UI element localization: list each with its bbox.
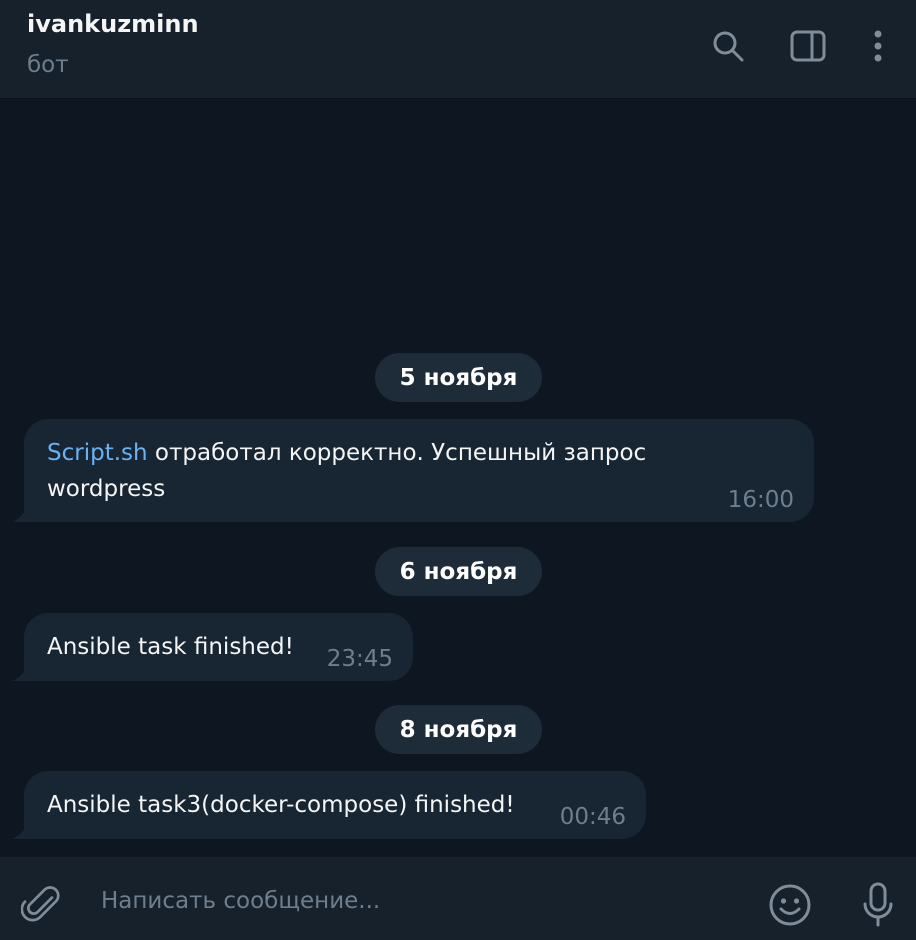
bubble-tail	[12, 506, 28, 522]
message-bubble[interactable]: Ansible task3(docker-compose) finished! …	[12, 771, 646, 839]
microphone-icon[interactable]	[854, 881, 902, 929]
message-bubble[interactable]: Ansible task finished! 23:45	[12, 613, 413, 681]
attach-icon[interactable]	[17, 881, 65, 929]
message-time: 00:46	[559, 804, 626, 830]
sidebar-toggle-icon[interactable]	[788, 26, 828, 66]
file-link[interactable]: Script.sh	[47, 440, 148, 466]
message-bubble[interactable]: Script.sh отработал корректно. Успешный …	[12, 419, 814, 522]
search-icon[interactable]	[708, 26, 748, 66]
message-input[interactable]	[99, 887, 703, 915]
chat-title[interactable]: ivankuzminn	[27, 10, 199, 38]
bubble-tail	[12, 823, 28, 839]
date-separator: 5 ноября	[375, 353, 542, 402]
emoji-icon[interactable]	[766, 881, 814, 929]
message-composer	[0, 857, 916, 940]
message-text-part: wordpress	[47, 476, 166, 502]
bubble-tail	[12, 665, 28, 681]
message-text-part: отработал корректно. Успешный запрос	[147, 440, 647, 466]
message-text[interactable]: Script.sh отработал корректно. Успешный …	[47, 435, 646, 507]
date-separator: 6 ноября	[375, 547, 542, 596]
chat-subtitle: бот	[27, 52, 69, 78]
message-text[interactable]: Ansible task3(docker-compose) finished!	[47, 787, 515, 823]
more-vertical-icon[interactable]	[858, 26, 898, 66]
message-list[interactable]: 5 ноября Script.sh отработал корректно. …	[0, 99, 916, 857]
message-text[interactable]: Ansible task finished!	[47, 629, 294, 665]
date-separator: 8 ноября	[375, 705, 542, 754]
message-time: 23:45	[326, 646, 393, 672]
message-time: 16:00	[727, 487, 794, 513]
chat-header: ivankuzminn бот	[0, 0, 916, 99]
